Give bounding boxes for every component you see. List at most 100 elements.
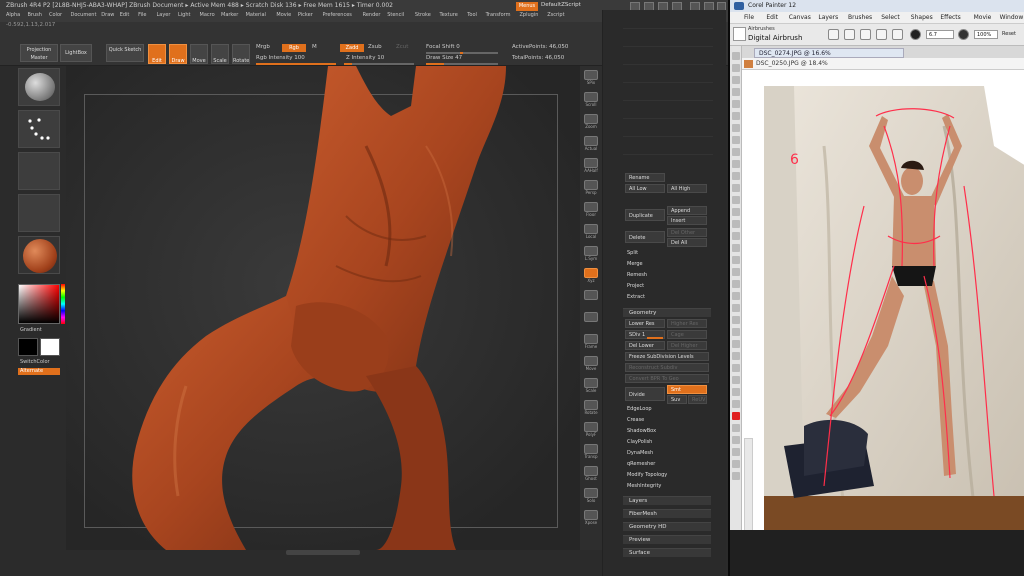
shelf-button-scale[interactable]: Scale bbox=[582, 378, 600, 394]
divide-button[interactable]: Divide bbox=[625, 387, 665, 401]
switch-color-button[interactable]: SwitchColor bbox=[20, 359, 50, 365]
cage-button[interactable]: Cage bbox=[667, 330, 707, 339]
shelf-button-zoom[interactable]: Zoom bbox=[582, 114, 600, 130]
tool-icon[interactable] bbox=[732, 304, 740, 312]
duplicate-button[interactable]: Duplicate bbox=[625, 209, 665, 221]
brush-dab-icon-5[interactable] bbox=[892, 29, 903, 40]
tool-icon[interactable] bbox=[732, 148, 740, 156]
project-button[interactable]: Project bbox=[627, 283, 644, 289]
painter-menu-brushes[interactable]: Brushes bbox=[848, 14, 872, 21]
draw-size-slider[interactable]: Draw Size 47 bbox=[426, 55, 462, 61]
quick-sketch-button[interactable]: Quick Sketch bbox=[106, 44, 144, 62]
zcut-toggle[interactable]: Zcut bbox=[396, 44, 408, 50]
all-high-button[interactable]: All High bbox=[667, 184, 707, 193]
menu-light[interactable]: Light bbox=[178, 12, 190, 18]
menu-macro[interactable]: Macro bbox=[200, 12, 215, 18]
bottom-shelf-handle[interactable] bbox=[286, 550, 360, 555]
menu-alpha[interactable]: Alpha bbox=[6, 12, 20, 18]
merge-button[interactable]: Merge bbox=[627, 261, 643, 267]
qremesher-subpalette[interactable]: qRemesher bbox=[627, 461, 655, 467]
tool-icon[interactable] bbox=[732, 376, 740, 384]
menu-zplugin[interactable]: Zplugin bbox=[520, 12, 539, 18]
suv-toggle[interactable]: Suv bbox=[667, 395, 687, 404]
subtool-slot[interactable] bbox=[623, 28, 713, 29]
menu-brush[interactable]: Brush bbox=[28, 12, 42, 18]
tool-icon[interactable] bbox=[732, 196, 740, 204]
preview-subpalette-header[interactable]: Preview bbox=[623, 535, 711, 544]
tool-icon[interactable] bbox=[732, 352, 740, 360]
tool-icon[interactable] bbox=[732, 424, 740, 432]
dynamesh-subpalette[interactable]: DynaMesh bbox=[627, 450, 653, 456]
painter-menu-edit[interactable]: Edit bbox=[766, 14, 778, 21]
painter-menu-layers[interactable]: Layers bbox=[818, 14, 838, 21]
main-color-swatch[interactable] bbox=[18, 338, 38, 356]
move-button[interactable]: Move bbox=[190, 44, 208, 64]
menu-stencil[interactable]: Stencil bbox=[387, 12, 404, 18]
layers-subpalette-header[interactable]: Layers bbox=[623, 496, 711, 505]
tool-icon[interactable] bbox=[732, 88, 740, 96]
freeze-subdivision-button[interactable]: Freeze SubDivision Levels bbox=[625, 352, 709, 361]
tool-icon[interactable] bbox=[732, 472, 740, 480]
reuv-toggle[interactable]: ReUV bbox=[688, 395, 707, 404]
menu-edit[interactable]: Edit bbox=[120, 12, 130, 18]
shelf-button-scroll[interactable]: Scroll bbox=[582, 92, 600, 108]
shadowbox-subpalette[interactable]: ShadowBox bbox=[627, 428, 656, 434]
del-all-button[interactable]: Del All bbox=[667, 238, 707, 247]
rgb-intensity-slider[interactable]: Rgb Intensity 100 bbox=[256, 55, 305, 61]
all-low-button[interactable]: All Low bbox=[625, 184, 665, 193]
painter-menu-select[interactable]: Select bbox=[881, 14, 900, 21]
painter-menu-movie[interactable]: Movie bbox=[974, 14, 992, 21]
delete-button[interactable]: Delete bbox=[625, 231, 665, 243]
crease-subpalette[interactable]: Crease bbox=[627, 417, 644, 423]
subtool-slot[interactable] bbox=[623, 82, 713, 83]
zbrush-canvas[interactable] bbox=[66, 66, 580, 550]
brush-variant[interactable]: Digital Airbrush bbox=[748, 34, 802, 42]
subtool-slot[interactable] bbox=[623, 100, 713, 101]
tool-icon[interactable] bbox=[732, 64, 740, 72]
draw-button[interactable]: Draw bbox=[169, 44, 187, 64]
tool-icon[interactable] bbox=[732, 256, 740, 264]
brush-category[interactable]: Airbrushes bbox=[748, 26, 775, 32]
shelf-button-actual[interactable]: Actual bbox=[582, 136, 600, 152]
zsub-toggle[interactable]: Zsub bbox=[368, 44, 382, 50]
color-picker[interactable] bbox=[18, 284, 60, 324]
material-thumbnail[interactable] bbox=[18, 68, 60, 106]
alpha-thumbnail[interactable] bbox=[18, 194, 60, 232]
fibermesh-subpalette-header[interactable]: FiberMesh bbox=[623, 509, 711, 518]
mrgb-toggle[interactable]: Mrgb bbox=[256, 44, 270, 50]
shelf-button-polyf[interactable]: PolyF bbox=[582, 422, 600, 438]
default-script-label[interactable]: DefaultZScript bbox=[541, 2, 581, 8]
lightbox-button[interactable]: LightBox bbox=[60, 44, 92, 62]
meshintegrity-subpalette[interactable]: MeshIntegrity bbox=[627, 483, 661, 489]
shelf-button-blank-11[interactable] bbox=[582, 312, 600, 328]
shelf-button-aahalf[interactable]: AAHalf bbox=[582, 158, 600, 174]
brush-thumbnail[interactable] bbox=[18, 110, 60, 148]
shelf-button-persp[interactable]: Persp bbox=[582, 180, 600, 196]
brush-dab-icon-2[interactable] bbox=[844, 29, 855, 40]
shelf-button-rotate[interactable]: Rotate bbox=[582, 400, 600, 416]
projection-master-button[interactable]: Projection Master bbox=[20, 44, 58, 62]
document-tab-behind[interactable]: DSC_0274.JPG @ 16.6% bbox=[754, 48, 904, 58]
menu-material[interactable]: Material bbox=[246, 12, 266, 18]
tool-icon[interactable] bbox=[732, 76, 740, 84]
menu-file[interactable]: File bbox=[138, 12, 146, 18]
brush-dab-icon-3[interactable] bbox=[860, 29, 871, 40]
subtool-slot[interactable] bbox=[623, 136, 713, 137]
z-intensity-slider[interactable]: Z Intensity 10 bbox=[346, 55, 384, 61]
tool-icon[interactable] bbox=[732, 244, 740, 252]
menu-transform[interactable]: Transform bbox=[486, 12, 511, 18]
painter-menu-window[interactable]: Window bbox=[1000, 14, 1024, 21]
append-button[interactable]: Append bbox=[667, 206, 707, 215]
higher-res-button[interactable]: Higher Res bbox=[667, 319, 707, 328]
brush-selector-icon[interactable] bbox=[733, 27, 746, 41]
edgeloop-subpalette[interactable]: EdgeLoop bbox=[627, 406, 652, 412]
tool-icon[interactable] bbox=[732, 268, 740, 276]
shelf-button-spix[interactable]: SPix bbox=[582, 70, 600, 86]
tool-icon[interactable] bbox=[732, 364, 740, 372]
gradient-label[interactable]: Gradient bbox=[20, 327, 42, 333]
menu-tool[interactable]: Tool bbox=[467, 12, 477, 18]
shelf-button-frame[interactable]: Frame bbox=[582, 334, 600, 350]
insert-button[interactable]: Insert bbox=[667, 216, 707, 225]
shelf-button-local[interactable]: Local bbox=[582, 224, 600, 240]
z-intensity-track[interactable] bbox=[344, 63, 414, 65]
